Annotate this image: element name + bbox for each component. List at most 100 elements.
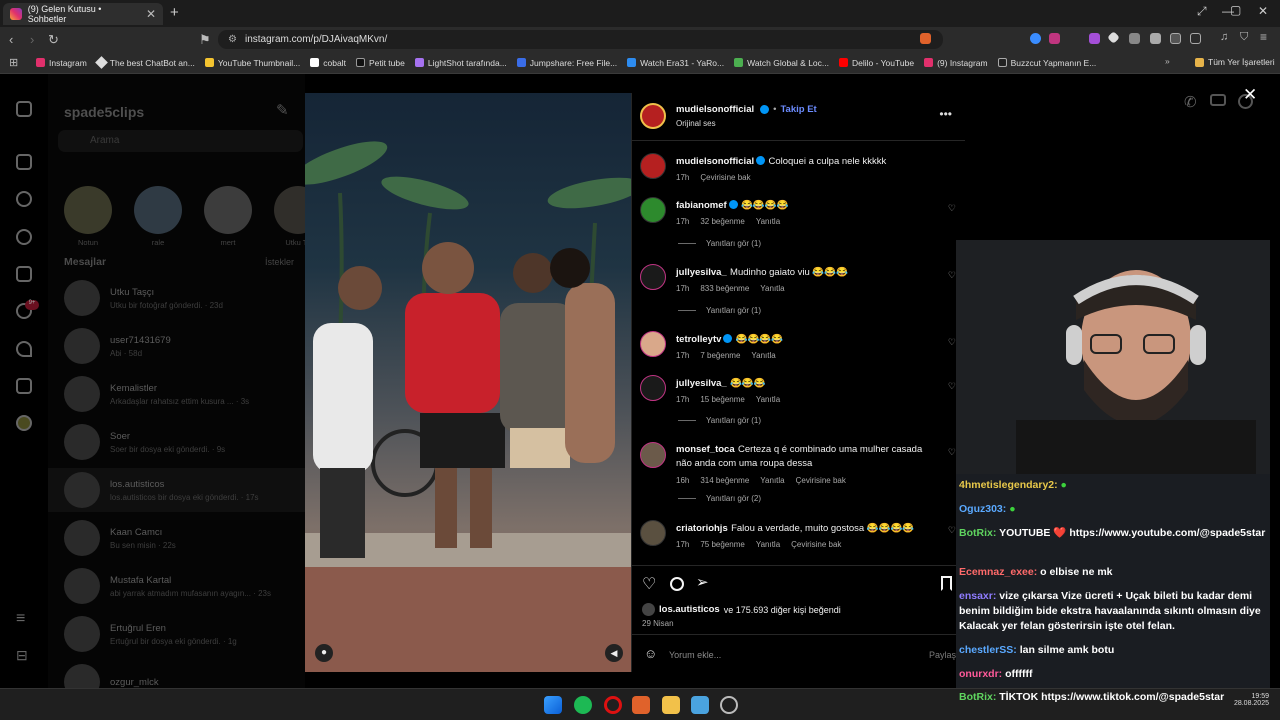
- dm-thread[interactable]: user71431679 Abi · 58d: [64, 324, 299, 368]
- file-explorer-icon[interactable]: [662, 696, 680, 714]
- bookmark-item[interactable]: Buzzcut Yapmanın E...: [997, 58, 1096, 68]
- extension-icon[interactable]: [1030, 33, 1041, 44]
- bookmark-icon[interactable]: ⚑: [199, 32, 211, 48]
- dm-thread[interactable]: Utku Taşçı Utku bir fotoğraf gönderdi. · …: [64, 276, 299, 320]
- dm-username[interactable]: spade5clips: [64, 104, 144, 120]
- all-bookmarks-folder[interactable]: Tüm Yer İşaretleri: [1195, 57, 1275, 67]
- home-icon[interactable]: [16, 154, 32, 170]
- maximize-icon[interactable]: ▢: [1230, 3, 1241, 17]
- note-item[interactable]: rale: [134, 186, 182, 247]
- extension-icon[interactable]: [1150, 33, 1161, 44]
- close-modal-icon[interactable]: ✕: [1243, 85, 1257, 105]
- like-comment-icon[interactable]: ♡: [948, 381, 956, 392]
- commenter-avatar[interactable]: [640, 520, 666, 546]
- like-count[interactable]: ve 175.693 diğer kişi beğendi: [724, 605, 841, 615]
- see-translation-link[interactable]: Çevirisine bak: [700, 173, 750, 182]
- bookmark-item[interactable]: Delilo - YouTube: [839, 58, 914, 68]
- commenter-avatar[interactable]: [640, 375, 666, 401]
- view-replies[interactable]: Yanıtları gör (1): [678, 416, 761, 425]
- search-icon[interactable]: [16, 191, 32, 207]
- post-video[interactable]: ● ◀: [305, 93, 631, 672]
- share-icon[interactable]: ➢: [696, 573, 709, 591]
- explore-icon[interactable]: [16, 229, 32, 245]
- start-icon[interactable]: [544, 696, 562, 714]
- extensions-icon[interactable]: ⤢: [1197, 4, 1207, 19]
- bookmark-item[interactable]: LightShot tarafında...: [414, 58, 507, 68]
- instagram-logo-icon[interactable]: [16, 101, 32, 117]
- extension-icon[interactable]: [1107, 31, 1120, 44]
- mute-icon[interactable]: ◀: [605, 644, 623, 662]
- author-name[interactable]: mudielsonofficial: [676, 104, 754, 115]
- meta-apps-icon[interactable]: ⊟: [16, 647, 28, 664]
- bookmark-item[interactable]: The best ChatBot an...: [94, 56, 195, 69]
- dm-thread-selected[interactable]: los.autisticos los.autisticos bir dosya e…: [48, 468, 305, 512]
- create-icon[interactable]: [16, 378, 32, 394]
- commenter-avatar[interactable]: [640, 197, 666, 223]
- apps-grid-icon[interactable]: ⊞: [9, 56, 18, 69]
- browser-tab[interactable]: (9) Gelen Kutusu • Sohbetler ✕: [3, 3, 163, 25]
- like-icon[interactable]: ♡: [642, 574, 656, 594]
- menu-icon[interactable]: ≡: [1260, 30, 1271, 44]
- back-icon[interactable]: ‹: [9, 32, 13, 47]
- dm-thread[interactable]: Mustafa Kartal abi yarrak atmadım mufasan…: [64, 564, 299, 608]
- tagged-users-icon[interactable]: ●: [315, 644, 333, 662]
- site-info-icon[interactable]: ⚙: [228, 34, 237, 45]
- audio-label[interactable]: Orijinal ses: [676, 119, 716, 128]
- bookmark-item[interactable]: cobalt: [310, 58, 346, 68]
- follow-button[interactable]: Takip Et: [780, 104, 816, 115]
- bookmark-item[interactable]: Petit tube: [355, 58, 405, 68]
- bookmark-item[interactable]: YouTube Thumbnail...: [204, 58, 300, 68]
- requests-link[interactable]: İstekler: [265, 257, 294, 267]
- author-avatar[interactable]: [640, 153, 666, 179]
- extension-icon[interactable]: [1170, 33, 1181, 44]
- close-tab-icon[interactable]: ✕: [146, 7, 156, 21]
- author-avatar[interactable]: [640, 103, 666, 129]
- commenter-avatar[interactable]: [640, 264, 666, 290]
- extension-icon[interactable]: [1129, 33, 1140, 44]
- brave-icon[interactable]: [632, 696, 650, 714]
- reels-icon[interactable]: [16, 266, 32, 282]
- compose-icon[interactable]: ✎: [276, 101, 289, 119]
- dm-thread[interactable]: Kemalistler Arkadaşlar rahatsız ettim kus…: [64, 372, 299, 416]
- music-icon[interactable]: ♫: [1220, 31, 1231, 43]
- like-comment-icon[interactable]: ♡: [948, 270, 956, 281]
- more-options-icon[interactable]: •••: [939, 107, 952, 121]
- brave-shield-icon[interactable]: [920, 33, 931, 44]
- like-comment-icon[interactable]: ♡: [948, 337, 956, 348]
- extension-icon[interactable]: [1049, 33, 1060, 44]
- dm-search-input[interactable]: Arama: [58, 130, 303, 152]
- bookmark-item[interactable]: Watch Global & Loc...: [734, 58, 829, 68]
- dm-thread[interactable]: Ertuğrul Eren Ertuğrul bir dosya eki gönd…: [64, 612, 299, 656]
- like-comment-icon[interactable]: ♡: [948, 203, 956, 214]
- view-replies[interactable]: Yanıtları gör (1): [678, 306, 761, 315]
- view-replies[interactable]: Yanıtları gör (1): [678, 239, 761, 248]
- url-bar[interactable]: ⚙ instagram.com/p/DJAivaqMKvn/: [218, 30, 943, 49]
- reload-icon[interactable]: ↻: [48, 32, 59, 48]
- liker-avatar[interactable]: [642, 603, 655, 616]
- emoji-icon[interactable]: ☺: [644, 646, 657, 661]
- extension-icon[interactable]: [1089, 33, 1100, 44]
- commenter-avatar[interactable]: [640, 442, 666, 468]
- comment-input[interactable]: Yorum ekle...: [669, 650, 721, 660]
- sidebar-icon[interactable]: [1190, 33, 1201, 44]
- like-comment-icon[interactable]: ♡: [948, 447, 956, 458]
- more-menu-icon[interactable]: ≡: [16, 610, 25, 628]
- dm-thread[interactable]: Kaan Camcı Bu sen misin · 22s: [64, 516, 299, 560]
- video-call-icon[interactable]: [1210, 94, 1226, 106]
- save-icon[interactable]: [941, 576, 952, 591]
- spotify-icon[interactable]: [574, 696, 592, 714]
- more-bookmarks-icon[interactable]: »: [1165, 56, 1170, 66]
- note-item[interactable]: mert: [204, 186, 252, 247]
- notifications-icon[interactable]: [16, 341, 32, 357]
- commenter-avatar[interactable]: [640, 331, 666, 357]
- call-icon[interactable]: ✆: [1184, 93, 1197, 111]
- new-tab-button[interactable]: +: [170, 4, 179, 21]
- app-icon[interactable]: [691, 696, 709, 714]
- obs-icon[interactable]: [720, 696, 738, 714]
- note-item[interactable]: Notun: [64, 186, 112, 247]
- liked-by-user[interactable]: los.autisticos: [659, 604, 720, 615]
- post-comment-button[interactable]: Paylaş: [929, 650, 956, 660]
- view-replies[interactable]: Yanıtları gör (2): [678, 494, 761, 503]
- opera-icon[interactable]: [604, 696, 622, 714]
- bookmark-item[interactable]: Jumpshare: Free File...: [516, 58, 617, 68]
